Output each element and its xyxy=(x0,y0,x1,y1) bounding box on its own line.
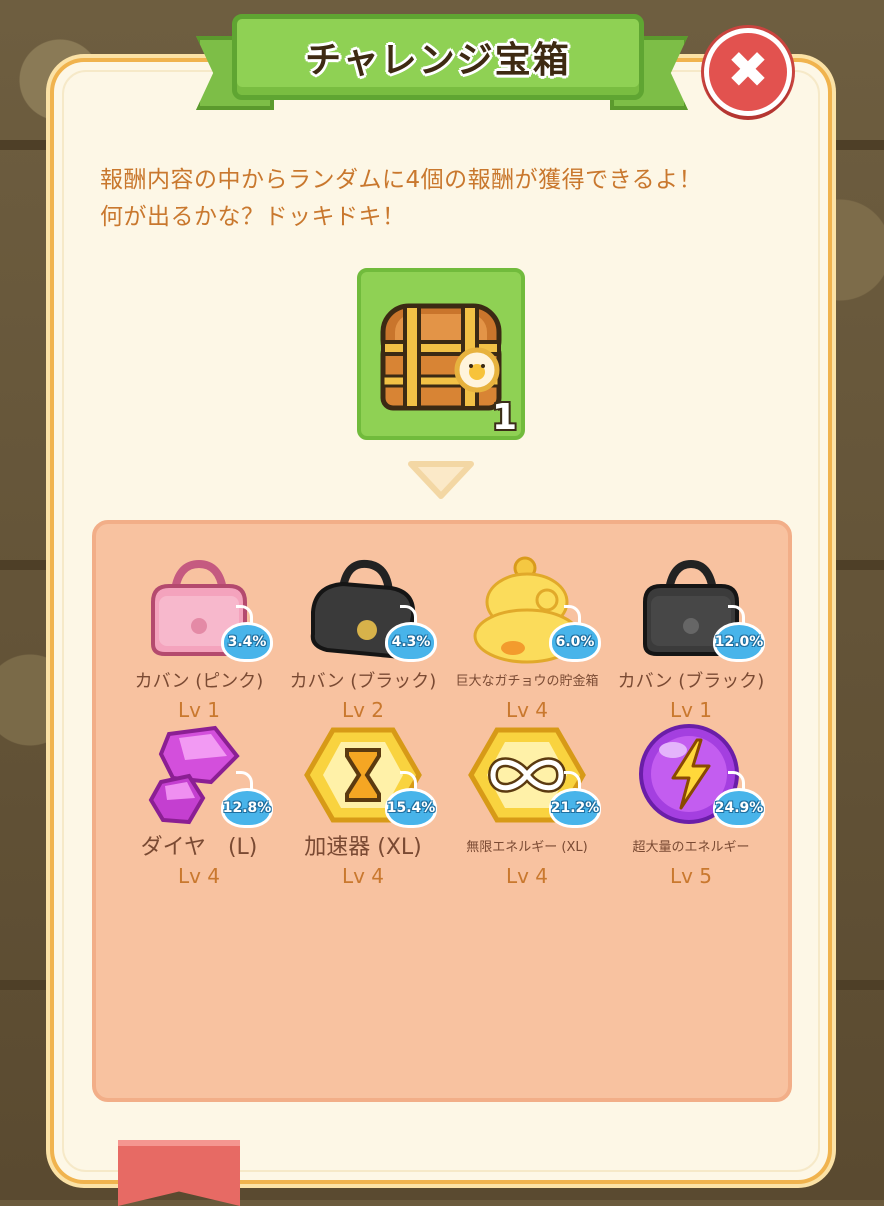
reward-level: Lv 2 xyxy=(341,698,385,722)
reward-name: 加速器 (XL) xyxy=(304,835,422,860)
reward-name: 超大量のエネルギー xyxy=(632,840,750,855)
reward-item[interactable]: 24.9% 超大量のエネルギー Lv 5 xyxy=(606,720,776,888)
reward-name: 無限エネルギー (XL) xyxy=(466,840,588,855)
reward-level: Lv 1 xyxy=(669,698,713,722)
reward-item[interactable]: 15.4% 加速器 (XL) Lv 4 xyxy=(278,720,448,888)
dialog-title: チャレンジ宝箱 xyxy=(305,40,571,81)
reward-item[interactable]: 12.8% ダイヤ (L) Lv 4 xyxy=(114,720,284,888)
chest-tile: 1 xyxy=(357,268,525,440)
reward-level: Lv 4 xyxy=(341,864,385,888)
chance-badge: 24.9% xyxy=(713,788,765,828)
chance-badge: 4.3% xyxy=(385,622,437,662)
description-line-1: 報酬内容の中からランダムに4個の報酬が獲得できるよ！ xyxy=(100,167,703,193)
rewards-list: 3.4% カバン (ピンク) Lv 1 4.3% カバン (ブラック) Lv 2 xyxy=(92,520,792,1102)
chance-badge: 21.2% xyxy=(549,788,601,828)
close-button[interactable]: ✖ xyxy=(704,28,792,116)
reward-name: カバン (ブラック) xyxy=(617,671,765,692)
reward-level: Lv 4 xyxy=(505,864,549,888)
reward-level: Lv 1 xyxy=(177,698,221,722)
chance-badge: 12.8% xyxy=(221,788,273,828)
reward-level: Lv 4 xyxy=(505,698,549,722)
reward-name: ダイヤ (L) xyxy=(140,835,258,860)
chance-badge: 3.4% xyxy=(221,622,273,662)
reward-level: Lv 5 xyxy=(669,864,713,888)
chance-badge: 12.0% xyxy=(713,622,765,662)
chest-count: 1 xyxy=(491,397,517,438)
reward-name: カバン (ピンク) xyxy=(134,671,264,692)
chance-badge: 15.4% xyxy=(385,788,437,828)
reward-item[interactable]: 21.2% 無限エネルギー (XL) Lv 4 xyxy=(442,720,612,888)
chance-badge: 6.0% xyxy=(549,622,601,662)
reward-name: 巨大なガチョウの貯金箱 xyxy=(455,674,599,689)
title-banner: チャレンジ宝箱 xyxy=(196,14,688,110)
reward-item[interactable]: 12.0% カバン (ブラック) Lv 1 xyxy=(606,554,776,722)
dialog-description: 報酬内容の中からランダムに4個の報酬が獲得できるよ！ 何が出るかな？ドッキドキ！ xyxy=(100,162,780,236)
reward-item[interactable]: 3.4% カバン (ピンク) Lv 1 xyxy=(114,554,284,722)
arrow-down-icon xyxy=(408,461,474,499)
description-line-2: 何が出るかな？ドッキドキ！ xyxy=(100,204,406,230)
reward-name: カバン (ブラック) xyxy=(289,671,437,692)
reward-item[interactable]: 6.0% 巨大なガチョウの貯金箱 Lv 4 xyxy=(442,554,612,722)
close-icon: ✖ xyxy=(727,41,769,99)
reward-item[interactable]: 4.3% カバン (ブラック) Lv 2 xyxy=(278,554,448,722)
reward-level: Lv 4 xyxy=(177,864,221,888)
